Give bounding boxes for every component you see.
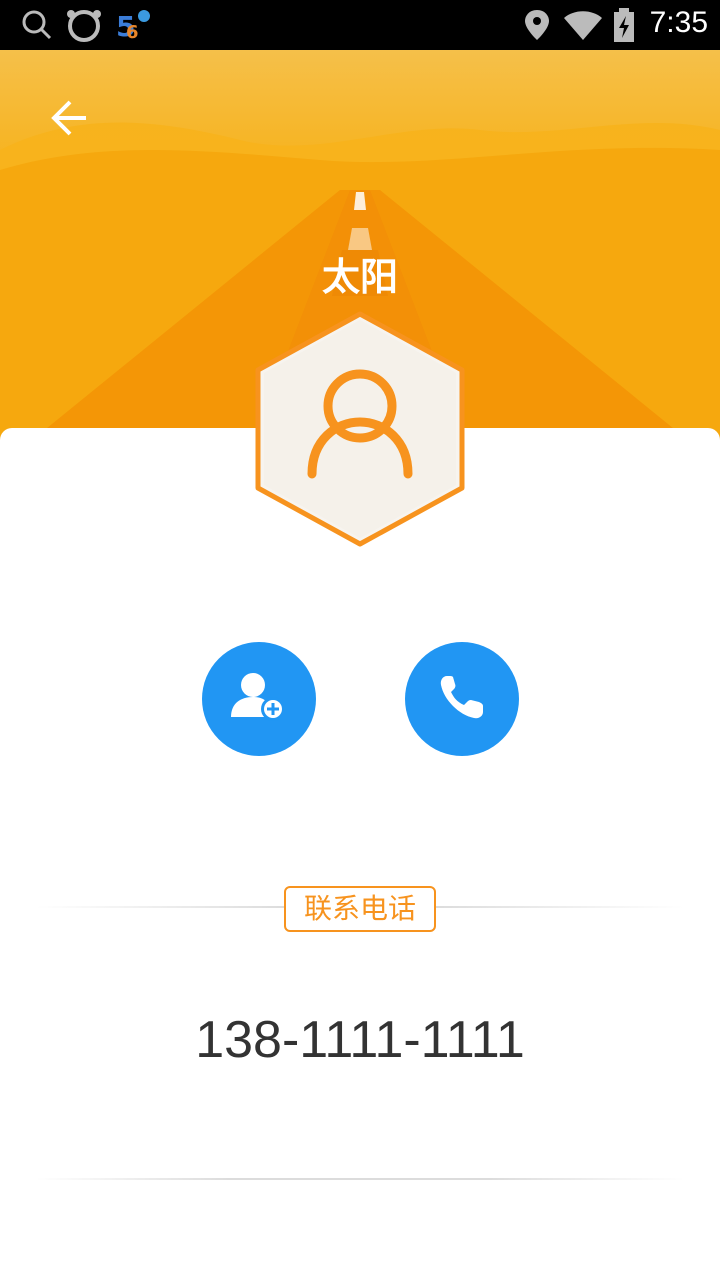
battery-charging-icon xyxy=(612,8,636,46)
phone-icon xyxy=(437,672,487,726)
back-button[interactable] xyxy=(40,90,100,150)
detail-card xyxy=(0,428,720,1280)
wifi-icon xyxy=(562,8,604,46)
call-button[interactable] xyxy=(405,642,519,756)
phone-number[interactable]: 138-1111-1111 xyxy=(0,1010,720,1070)
app-badge-icon: 56 xyxy=(114,8,154,46)
cat-face-icon xyxy=(64,8,104,46)
section-label-phone: 联系电话 xyxy=(284,886,436,932)
svg-text:6: 6 xyxy=(126,22,139,42)
location-icon xyxy=(522,8,552,46)
search-icon xyxy=(20,8,54,46)
contact-name: 太阳 xyxy=(321,255,398,299)
add-contact-button[interactable] xyxy=(202,642,316,756)
arrow-left-icon xyxy=(50,98,90,142)
add-contact-icon xyxy=(231,671,287,727)
divider-bottom xyxy=(36,1178,684,1180)
status-time: 7:35 xyxy=(649,6,708,39)
status-bar: 56 7:35 xyxy=(0,0,720,50)
divider-left xyxy=(36,906,286,908)
avatar xyxy=(250,308,470,550)
divider-right xyxy=(434,906,684,908)
